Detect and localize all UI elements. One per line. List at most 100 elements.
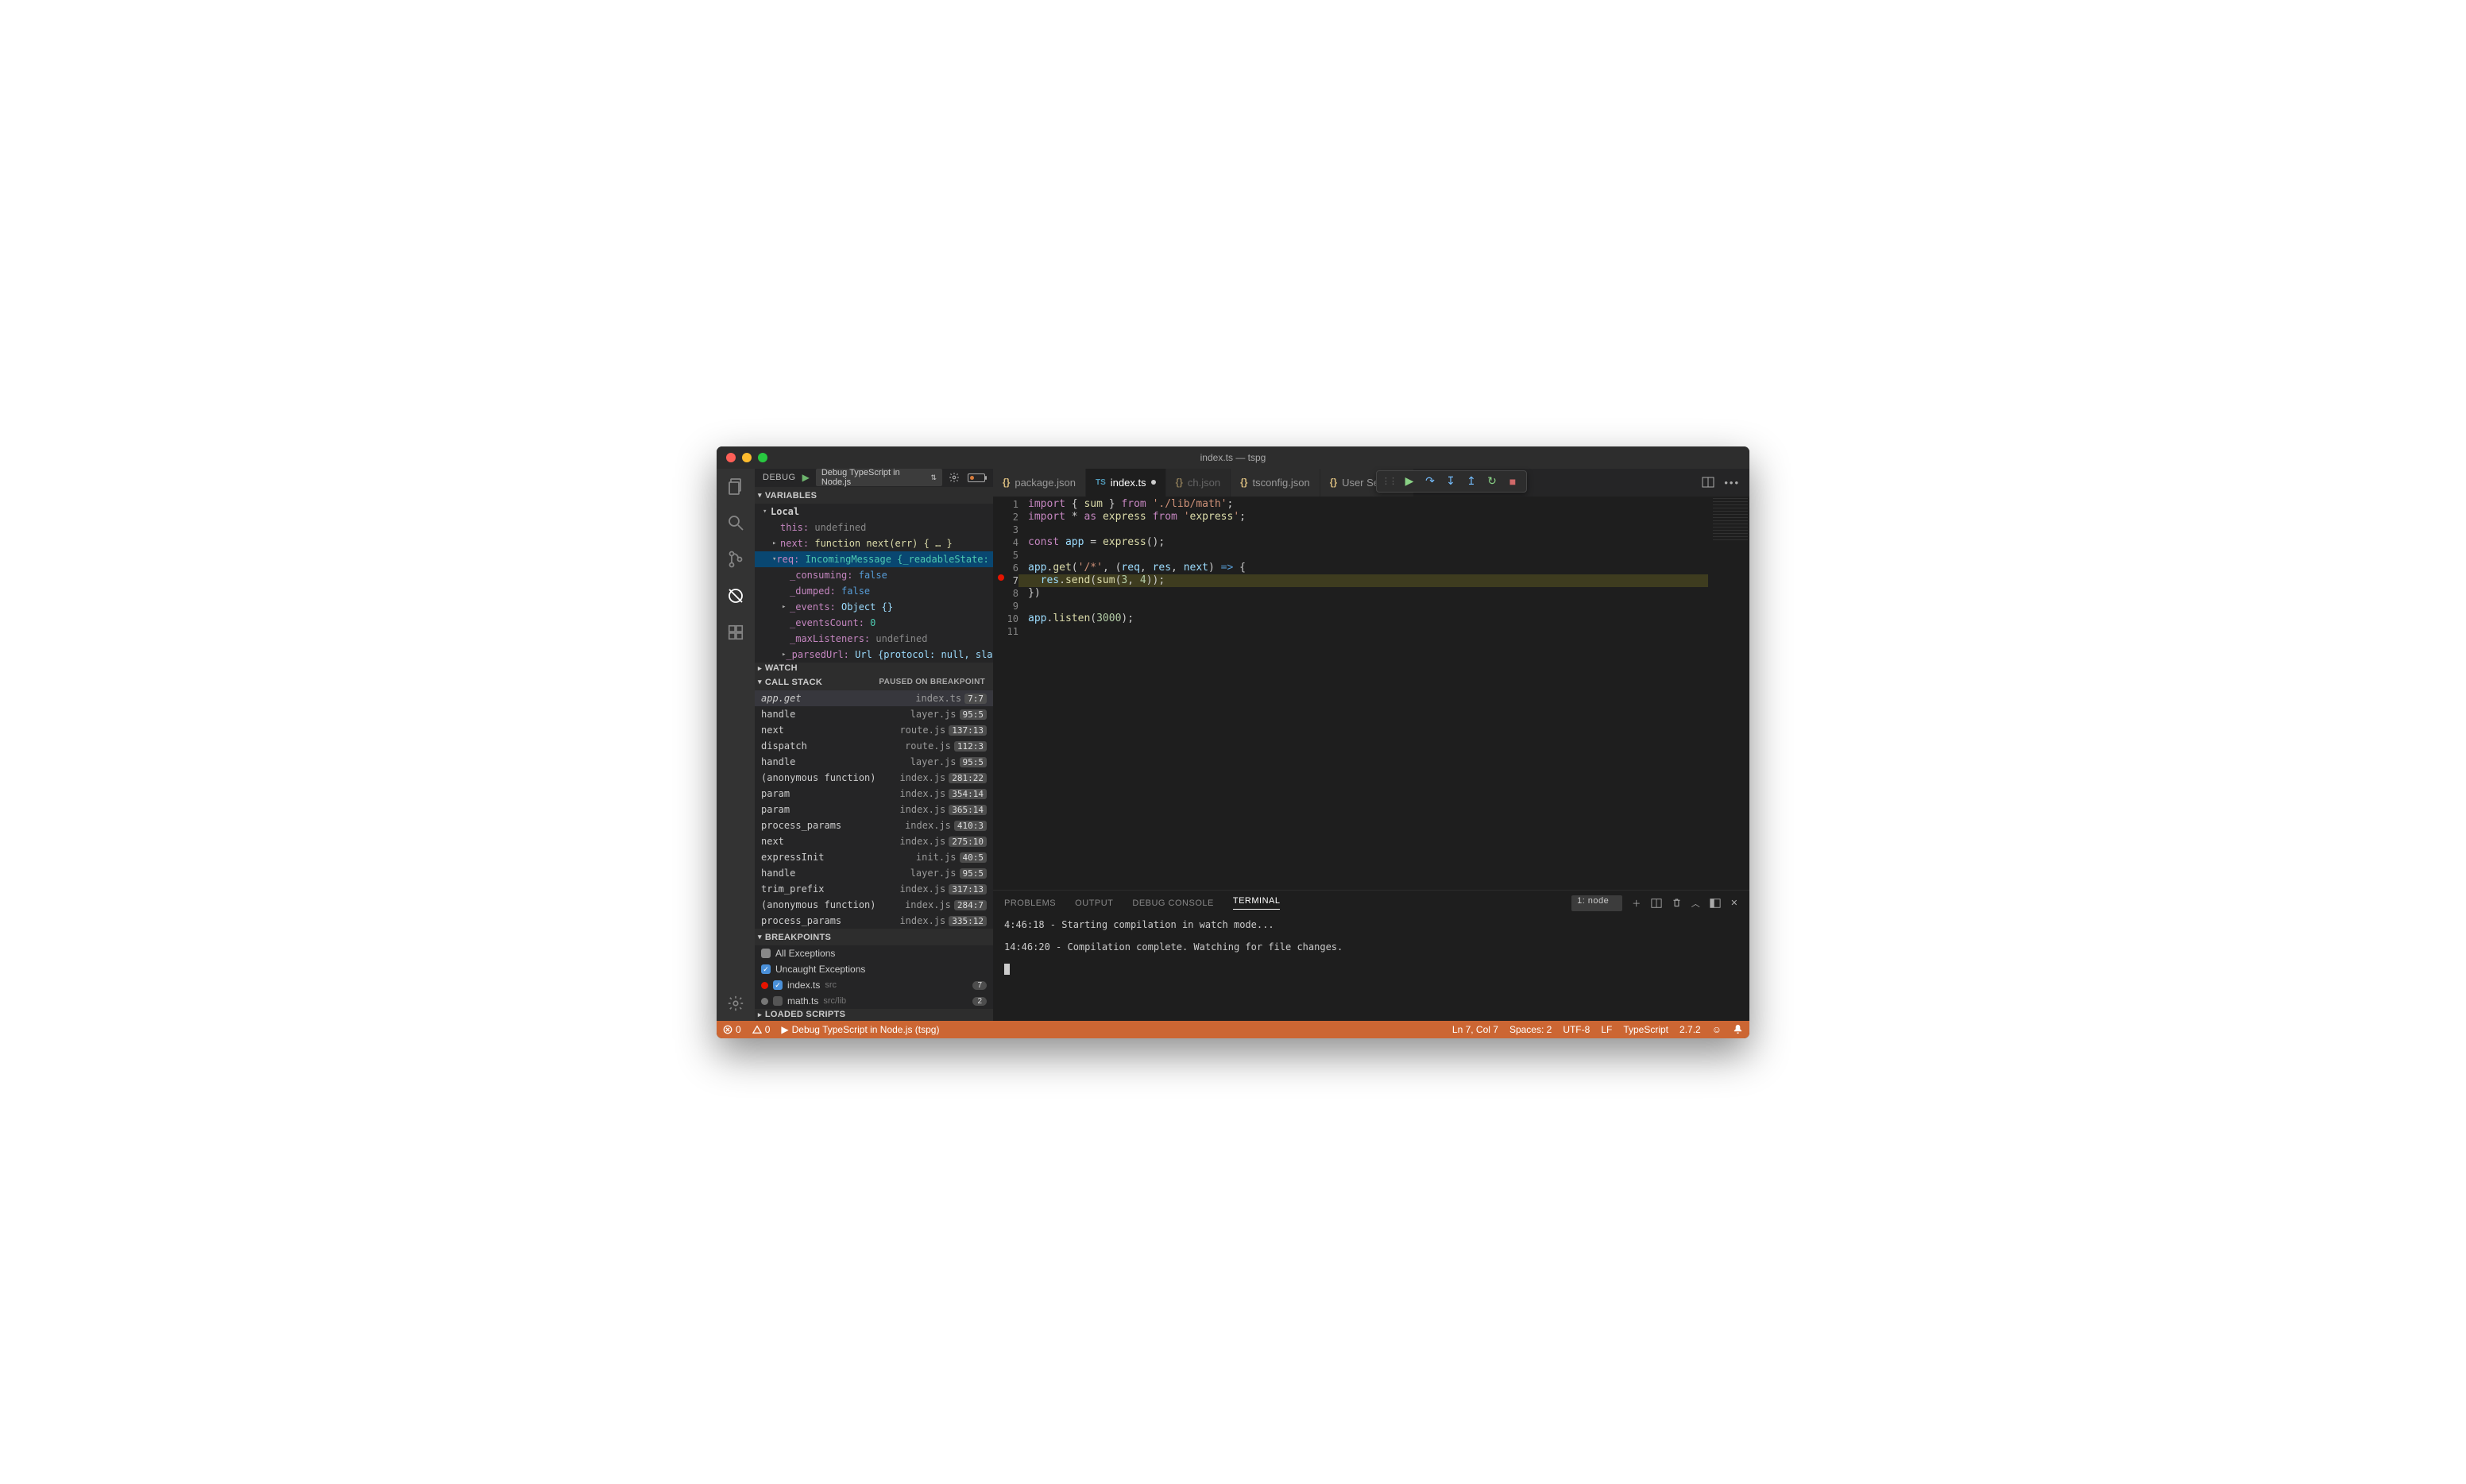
var-prop[interactable]: _dumped: false: [755, 583, 993, 599]
code-editor[interactable]: 1234567891011 import { sum } from './lib…: [993, 497, 1749, 890]
breakpoints-title[interactable]: ▾ BREAKPOINTS: [755, 929, 993, 945]
status-eol[interactable]: LF: [1601, 1024, 1612, 1035]
code-line[interactable]: import { sum } from './lib/math';: [1028, 498, 1749, 511]
callstack-frame[interactable]: expressInitinit.js40:5: [755, 849, 993, 865]
bp-all-exceptions[interactable]: All Exceptions: [755, 945, 993, 961]
breakpoint-marker-icon[interactable]: [998, 574, 1004, 581]
feedback-icon[interactable]: ☺: [1712, 1024, 1722, 1035]
tab-problems[interactable]: PROBLEMS: [1004, 899, 1056, 908]
stop-button[interactable]: ■: [1504, 473, 1521, 490]
scm-icon[interactable]: [726, 550, 745, 569]
editor-tab[interactable]: {}tsconfig.json: [1231, 469, 1320, 497]
status-encoding[interactable]: UTF-8: [1563, 1024, 1590, 1035]
bell-icon[interactable]: [1733, 1024, 1743, 1034]
callstack-title[interactable]: ▾ CALL STACK PAUSED ON BREAKPOINT: [755, 674, 993, 690]
zoom-window-button[interactable]: [758, 453, 767, 462]
callstack-frame[interactable]: (anonymous function)index.js284:7: [755, 897, 993, 913]
debug-console-icon[interactable]: [968, 473, 985, 482]
start-debug-icon[interactable]: ▶: [802, 472, 810, 483]
checkbox-checked-icon[interactable]: ✓: [761, 964, 771, 974]
bp-uncaught-exceptions[interactable]: ✓ Uncaught Exceptions: [755, 961, 993, 977]
step-out-button[interactable]: ↥: [1463, 473, 1480, 490]
status-launch[interactable]: ▶ Debug TypeScript in Node.js (tspg): [781, 1024, 939, 1035]
var-prop[interactable]: ▸_parsedUrl: Url {protocol: null, slashe…: [755, 647, 993, 663]
step-over-button[interactable]: ↷: [1421, 473, 1439, 490]
tab-debug-console[interactable]: DEBUG CONSOLE: [1132, 899, 1213, 908]
callstack-frame[interactable]: (anonymous function)index.js281:22: [755, 770, 993, 786]
code-line[interactable]: [1028, 524, 1749, 536]
launch-config-select[interactable]: Debug TypeScript in Node.js ⇅: [816, 469, 942, 486]
trash-icon[interactable]: [1672, 898, 1682, 908]
callstack-frame[interactable]: process_paramsindex.js410:3: [755, 817, 993, 833]
variables-title[interactable]: ▾ VARIABLES: [755, 487, 993, 504]
continue-button[interactable]: ▶: [1401, 473, 1418, 490]
code-line[interactable]: [1028, 625, 1749, 638]
var-prop[interactable]: _maxListeners: undefined: [755, 631, 993, 647]
restart-button[interactable]: ↻: [1483, 473, 1501, 490]
code-line[interactable]: const app = express();: [1028, 536, 1749, 549]
var-this[interactable]: this: undefined: [755, 520, 993, 535]
scope-local[interactable]: ▾Local: [755, 504, 993, 520]
editor-tab[interactable]: {}ch.json: [1166, 469, 1231, 497]
step-into-button[interactable]: ↧: [1442, 473, 1459, 490]
checkbox-icon[interactable]: [761, 949, 771, 958]
gear-icon[interactable]: [726, 994, 745, 1013]
callstack-frame[interactable]: paramindex.js354:14: [755, 786, 993, 802]
status-spaces[interactable]: Spaces: 2: [1509, 1024, 1552, 1035]
debug-toolbar[interactable]: ⋮⋮ ▶ ↷ ↧ ↥ ↻ ■: [1376, 470, 1527, 493]
status-lncol[interactable]: Ln 7, Col 7: [1452, 1024, 1498, 1035]
more-icon[interactable]: •••: [1724, 477, 1740, 489]
search-icon[interactable]: [726, 513, 745, 532]
debug-config-gear-icon[interactable]: [949, 472, 960, 483]
breakpoint-item[interactable]: math.tssrc/lib 2: [755, 993, 993, 1009]
code-line[interactable]: app.get('/*', (req, res, next) => {: [1028, 562, 1749, 574]
code-line[interactable]: [1028, 549, 1749, 562]
checkbox-icon[interactable]: [773, 996, 783, 1006]
explorer-icon[interactable]: [726, 477, 745, 496]
code-line[interactable]: [1028, 600, 1749, 613]
callstack-frame[interactable]: app.getindex.ts7:7: [755, 690, 993, 706]
code-body[interactable]: import { sum } from './lib/math';import …: [1028, 497, 1749, 890]
status-warnings[interactable]: 0: [752, 1024, 771, 1035]
code-line[interactable]: res.send(sum(3, 4));: [1028, 574, 1749, 587]
callstack-frame[interactable]: nextindex.js275:10: [755, 833, 993, 849]
var-next[interactable]: ▸ next: function next(err) { … }: [755, 535, 993, 551]
callstack-frame[interactable]: paramindex.js365:14: [755, 802, 993, 817]
tab-terminal[interactable]: TERMINAL: [1233, 896, 1281, 910]
editor-tab[interactable]: {}package.json: [993, 469, 1086, 497]
terminal-body[interactable]: 4:46:18 - Starting compilation in watch …: [993, 916, 1749, 1021]
code-line[interactable]: app.listen(3000);: [1028, 613, 1749, 625]
debug-icon[interactable]: [726, 586, 745, 605]
minimize-window-button[interactable]: [742, 453, 752, 462]
loaded-scripts-title[interactable]: ▸ LOADED SCRIPTS: [755, 1009, 993, 1020]
watch-title[interactable]: ▸ WATCH: [755, 663, 993, 674]
split-editor-icon[interactable]: [1702, 476, 1714, 489]
callstack-frame[interactable]: dispatchroute.js112:3: [755, 738, 993, 754]
chevron-up-icon[interactable]: ︿: [1691, 897, 1701, 910]
var-req[interactable]: ▾ req: IncomingMessage {_readableState: …: [755, 551, 993, 567]
callstack-frame[interactable]: process_paramsindex.js335:12: [755, 913, 993, 929]
minimap[interactable]: [1713, 498, 1748, 542]
close-window-button[interactable]: [726, 453, 736, 462]
maximize-panel-icon[interactable]: [1710, 898, 1721, 909]
status-tsver[interactable]: 2.7.2: [1679, 1024, 1701, 1035]
drag-handle-icon[interactable]: ⋮⋮: [1382, 476, 1397, 486]
var-prop[interactable]: ▸_events: Object {}: [755, 599, 993, 615]
var-prop[interactable]: _consuming: false: [755, 567, 993, 583]
close-panel-icon[interactable]: ✕: [1730, 898, 1738, 908]
var-prop[interactable]: _eventsCount: 0: [755, 615, 993, 631]
callstack-frame[interactable]: handlelayer.js95:5: [755, 865, 993, 881]
new-terminal-icon[interactable]: ＋: [1632, 897, 1641, 910]
callstack-frame[interactable]: handlelayer.js95:5: [755, 706, 993, 722]
code-line[interactable]: import * as express from 'express';: [1028, 511, 1749, 524]
terminal-select[interactable]: 1: node: [1571, 895, 1622, 911]
extensions-icon[interactable]: [726, 623, 745, 642]
code-line[interactable]: }): [1028, 587, 1749, 600]
status-errors[interactable]: 0: [723, 1024, 741, 1035]
callstack-frame[interactable]: trim_prefixindex.js317:13: [755, 881, 993, 897]
editor-tab[interactable]: TSindex.ts: [1086, 469, 1166, 497]
split-terminal-icon[interactable]: [1651, 898, 1662, 909]
checkbox-icon[interactable]: ✓: [773, 980, 783, 990]
tab-output[interactable]: OUTPUT: [1075, 899, 1113, 908]
status-lang[interactable]: TypeScript: [1623, 1024, 1668, 1035]
